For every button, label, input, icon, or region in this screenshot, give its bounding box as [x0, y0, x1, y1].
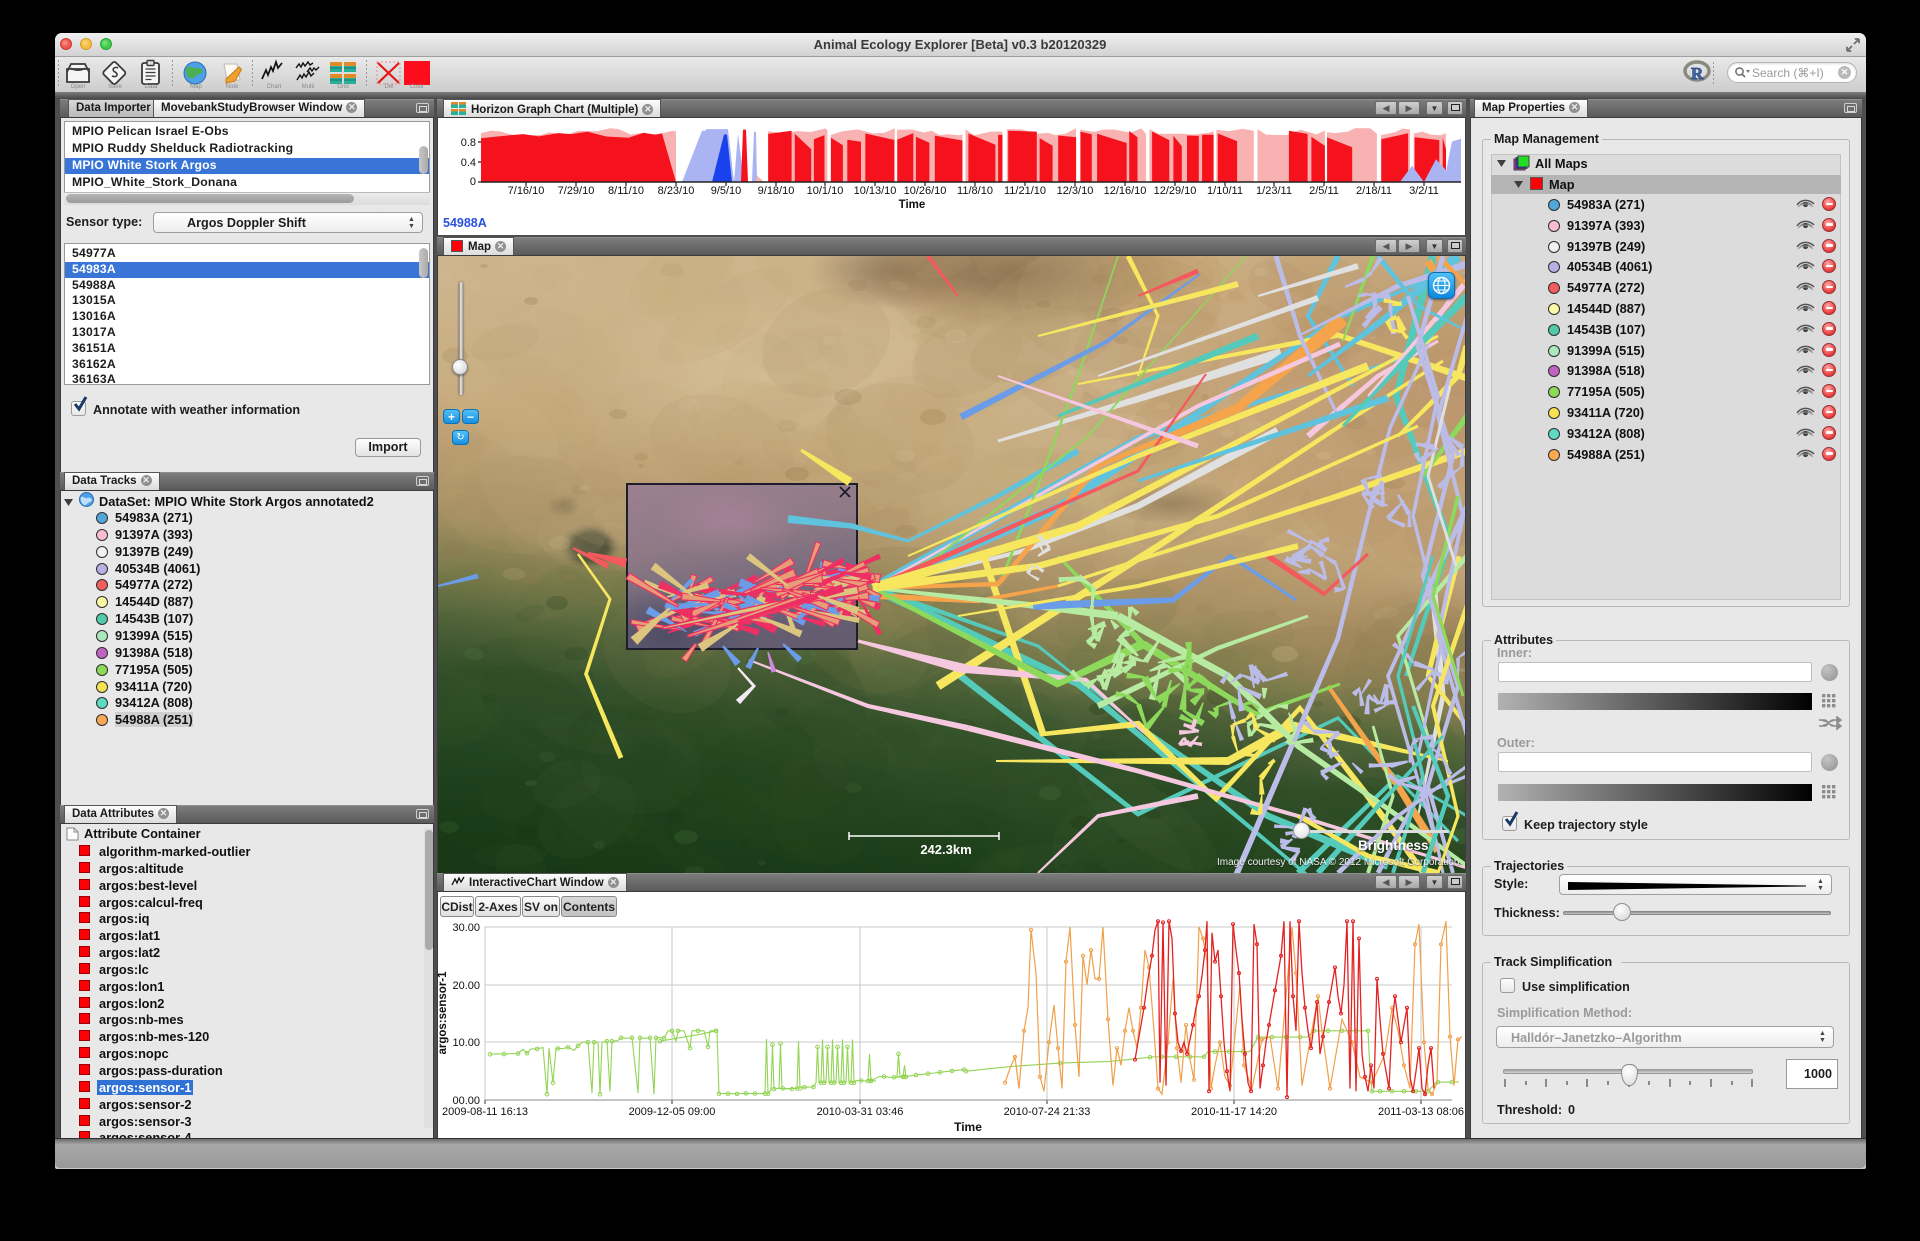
- svg-text:11/8/10: 11/8/10: [957, 185, 993, 197]
- svg-text:242.3km: 242.3km: [920, 842, 971, 856]
- svg-text:7/29/10: 7/29/10: [558, 185, 595, 197]
- svg-text:2009-12-05 09:00: 2009-12-05 09:00: [629, 1106, 716, 1118]
- svg-text:10/26/10: 10/26/10: [904, 185, 947, 197]
- svg-text:Time: Time: [954, 1120, 982, 1134]
- svg-text:0.8: 0.8: [461, 137, 476, 149]
- svg-text:2010-03-31 03:46: 2010-03-31 03:46: [817, 1106, 904, 1118]
- svg-text:0.4: 0.4: [461, 157, 476, 169]
- svg-text:12/29/10: 12/29/10: [1154, 185, 1197, 197]
- svg-text:8/23/10: 8/23/10: [658, 185, 695, 197]
- svg-text:10.00: 10.00: [452, 1037, 480, 1049]
- svg-text:Time: Time: [899, 199, 926, 211]
- svg-text:2010-07-24 21:33: 2010-07-24 21:33: [1004, 1106, 1091, 1118]
- svg-text:2/18/11: 2/18/11: [1356, 185, 1392, 197]
- svg-text:11/21/10: 11/21/10: [1004, 185, 1046, 197]
- svg-text:argos:sensor-1: argos:sensor-1: [437, 971, 449, 1055]
- svg-text:8/11/10: 8/11/10: [608, 185, 644, 197]
- svg-text:2009-08-11 16:13: 2009-08-11 16:13: [442, 1106, 528, 1118]
- svg-text:1/23/11: 1/23/11: [1256, 185, 1292, 197]
- svg-text:3/2/11: 3/2/11: [1409, 185, 1439, 197]
- svg-text:2/5/11: 2/5/11: [1309, 185, 1339, 197]
- svg-text:2011-03-13 08:06: 2011-03-13 08:06: [1378, 1106, 1464, 1118]
- svg-text:2010-11-17 14:20: 2010-11-17 14:20: [1191, 1106, 1277, 1118]
- svg-text:R: R: [1691, 64, 1704, 83]
- svg-text:7/16/10: 7/16/10: [508, 185, 545, 197]
- svg-text:1/10/11: 1/10/11: [1207, 185, 1243, 197]
- svg-text:0: 0: [470, 176, 476, 188]
- svg-text:9/5/10: 9/5/10: [711, 185, 742, 197]
- svg-text:10/13/10: 10/13/10: [854, 185, 897, 197]
- svg-text:30.00: 30.00: [452, 922, 480, 934]
- svg-text:12/16/10: 12/16/10: [1104, 185, 1147, 197]
- svg-text:54988A: 54988A: [443, 216, 487, 230]
- svg-text:9/18/10: 9/18/10: [758, 185, 795, 197]
- svg-text:10/1/10: 10/1/10: [807, 185, 844, 197]
- svg-text:12/3/10: 12/3/10: [1057, 185, 1094, 197]
- svg-text:20.00: 20.00: [452, 980, 480, 992]
